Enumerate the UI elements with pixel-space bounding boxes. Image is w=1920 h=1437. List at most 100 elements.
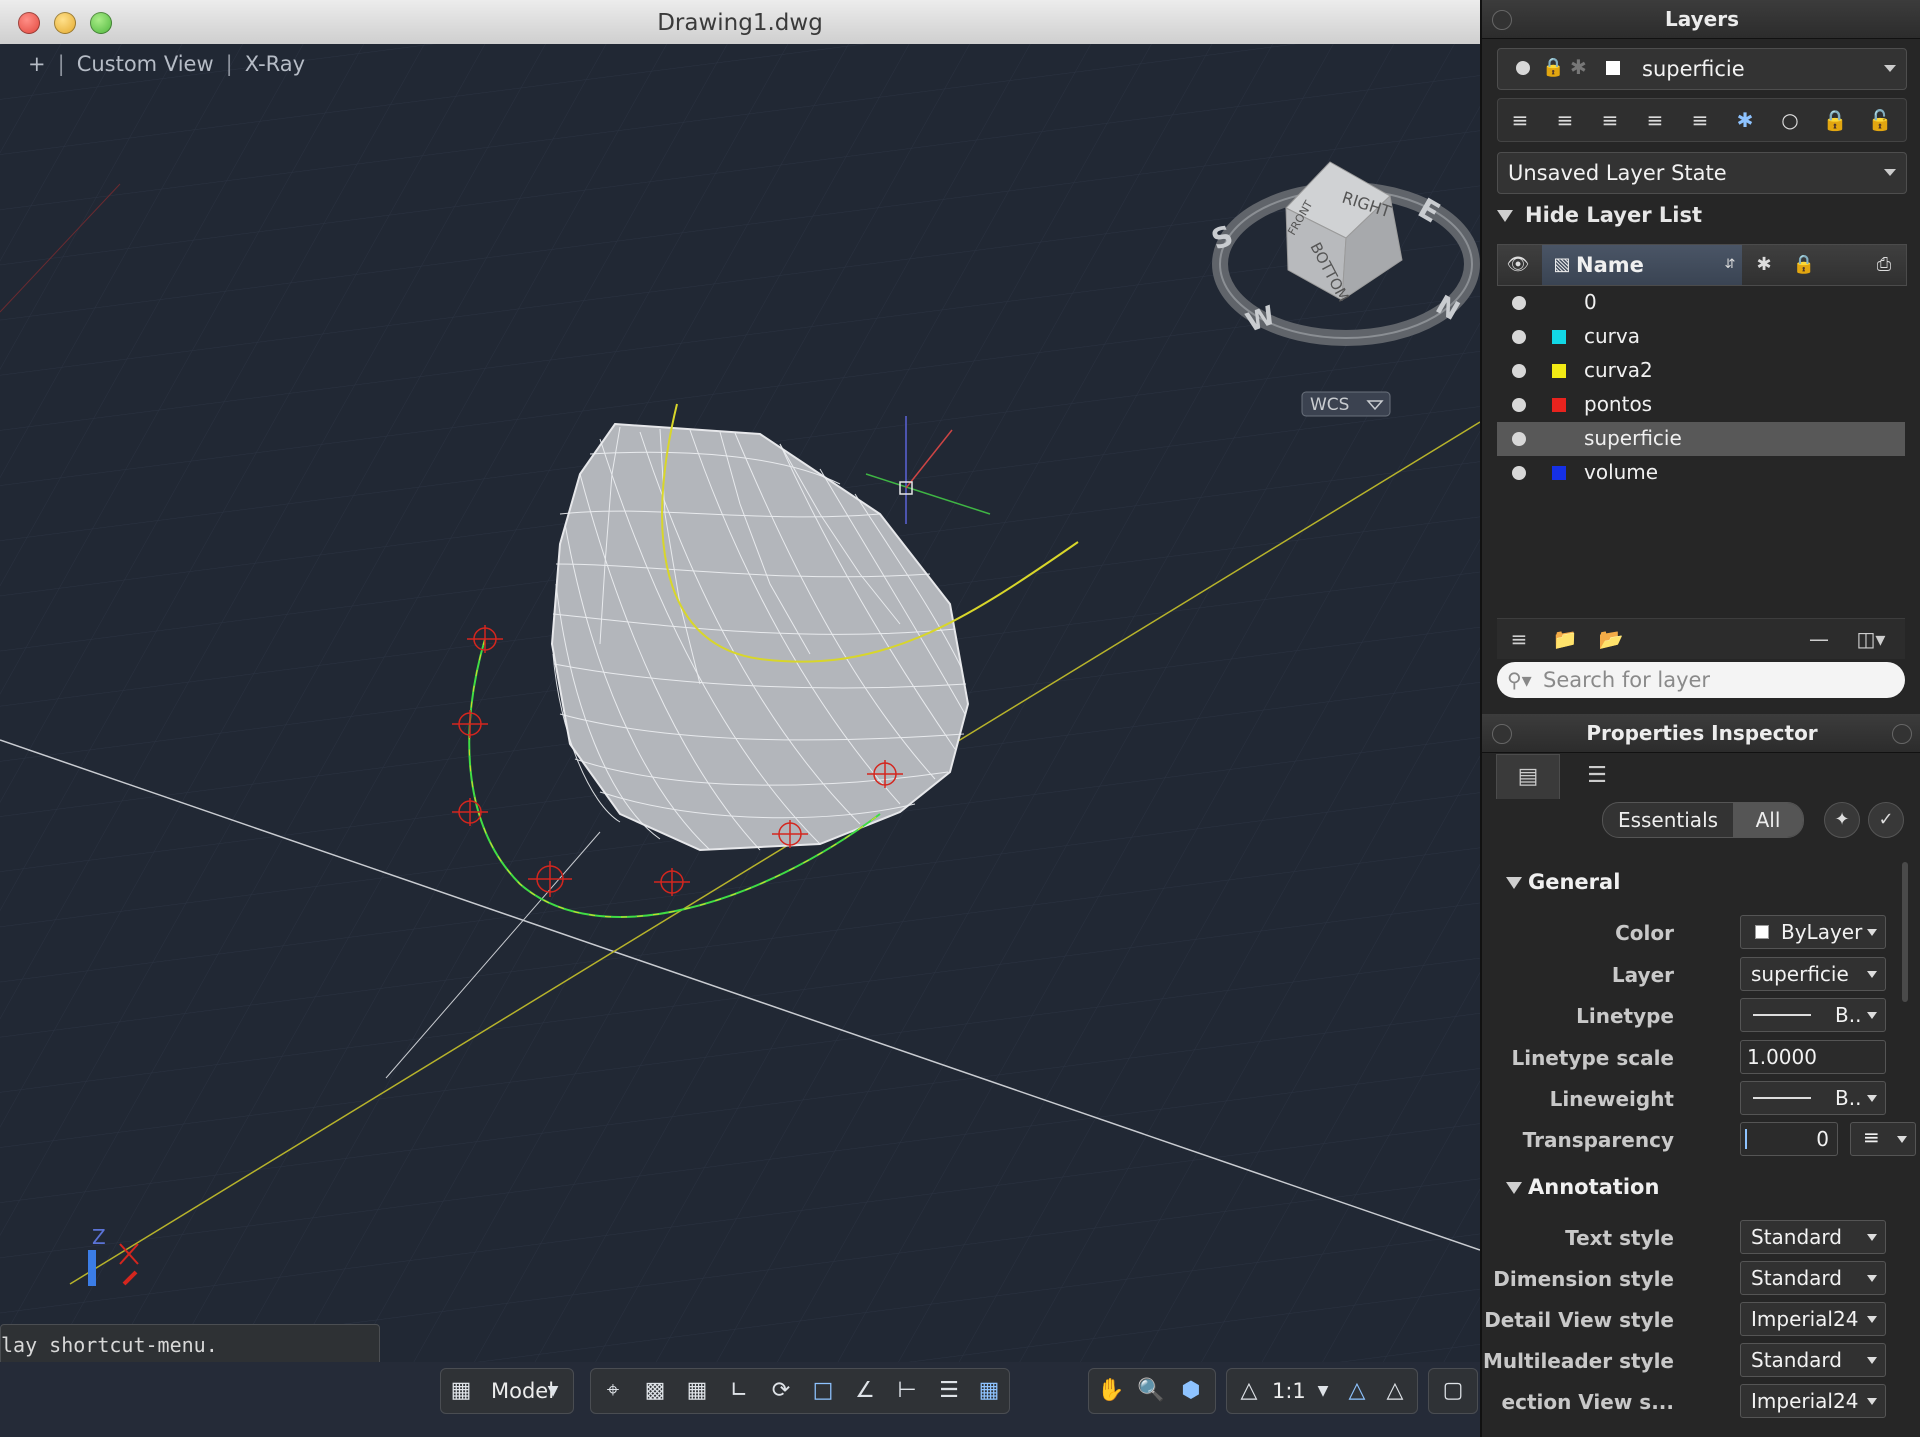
layer-visible-icon[interactable] [1512,398,1526,412]
linetype-scale-field[interactable]: 1.0000 [1740,1040,1886,1074]
model-menu-chevron-icon[interactable]: ▼ [533,1369,573,1413]
color-dropdown[interactable]: ByLayer [1740,915,1886,949]
plot-column-icon[interactable]: ⎙ [1868,245,1900,285]
prop-value: Imperial24 [1751,1307,1859,1331]
lock-layer-icon[interactable]: 🔒 [1813,99,1857,141]
orbit-cube-icon[interactable]: ⬢ [1171,1369,1211,1413]
layer-properties-icon[interactable]: ≡ [1498,99,1542,141]
freeze-column-icon[interactable]: ✱ [1748,245,1780,285]
current-layer-dropdown[interactable]: 🔒 ✱ superficie [1497,48,1907,90]
column-options-icon[interactable]: ◫▾ [1849,619,1893,659]
hide-layer-list-toggle[interactable]: Hide Layer List [1497,203,1702,227]
layer-color-swatch[interactable] [1552,330,1566,344]
model-viewport[interactable]: Z RIGHT FRONT BOTTOM S E N W WCS + | Cus… [0,44,1480,1362]
annotation-scale-value[interactable]: 1:1 [1272,1369,1306,1413]
lineweight-icon[interactable]: ☰ [929,1369,969,1413]
annotation-visibility-icon[interactable]: △ [1337,1369,1377,1413]
view-controls-menu[interactable]: Custom View [77,52,214,76]
object-properties-tab-icon[interactable]: ▤ [1496,754,1560,799]
isolate-layer-icon[interactable]: ≡ [1678,99,1722,141]
layer-row[interactable]: curva2 [1497,354,1905,388]
layer-visible-icon[interactable] [1512,466,1526,480]
lineweight-dropdown[interactable]: B.. [1740,1081,1886,1115]
freeze-layer-icon[interactable]: ✱ [1723,99,1767,141]
layer-color-swatch [1606,61,1620,75]
transparency-field[interactable]: 0 [1740,1122,1838,1156]
annotation-scale-icon[interactable]: △ [1229,1369,1269,1413]
auto-scale-icon[interactable]: △ [1375,1369,1415,1413]
layers-close-button[interactable] [1492,10,1512,30]
layer-color-swatch[interactable] [1552,466,1566,480]
lock-column-icon[interactable]: 🔒 [1788,245,1820,285]
delete-layer-icon[interactable]: — [1797,619,1841,659]
layer-row-selected[interactable]: superficie [1497,422,1905,456]
linetype-dropdown[interactable]: B.. [1740,998,1886,1032]
title-bar: Drawing1.dwg [0,0,1480,45]
layer-row[interactable]: curva [1497,320,1905,354]
search-input[interactable] [1541,664,1885,696]
new-layer-icon[interactable]: ≡ [1497,619,1541,659]
sort-icon[interactable]: ⇵ [1714,245,1746,285]
general-section-header[interactable]: General [1506,870,1620,894]
layer-state-dropdown[interactable]: Unsaved Layer State [1497,152,1907,194]
transparency-slider-thumb[interactable] [1745,1129,1747,1149]
fullscreen-group: ▢ [1428,1368,1478,1414]
layer-dropdown[interactable]: superficie [1740,957,1886,991]
chevron-down-icon [1867,929,1877,936]
dimension-style-dropdown[interactable]: Standard [1740,1261,1886,1295]
set-current-layer-icon[interactable]: ≡ [1543,99,1587,141]
fullscreen-icon[interactable]: ▢ [1433,1369,1473,1413]
all-tab[interactable]: All [1733,803,1803,837]
layer-visible-icon[interactable] [1512,364,1526,378]
layer-color-swatch[interactable] [1552,398,1566,412]
transparency-bylayer-dropdown[interactable]: ≡ [1850,1122,1916,1156]
pick-object-icon[interactable]: ✓ [1868,802,1904,838]
match-layer-icon[interactable]: ≡ [1588,99,1632,141]
layer-color-swatch[interactable] [1552,364,1566,378]
new-filter-folder-icon[interactable]: 📂 [1589,619,1633,659]
separator: | [225,52,233,76]
command-line: lay shortcut-menu. ▾ [0,1324,380,1362]
properties-scrollbar[interactable] [1902,862,1908,1002]
essentials-tab[interactable]: Essentials [1603,803,1733,837]
properties-view-toggle: Essentials All [1602,802,1804,838]
drawing-canvas[interactable]: Z RIGHT FRONT BOTTOM S E N W WCS [0,44,1480,1362]
layer-off-icon[interactable]: ○ [1768,99,1812,141]
quick-select-icon[interactable]: ✦ [1824,802,1860,838]
previous-layer-icon[interactable]: ≡ [1633,99,1677,141]
dynamic-ucs-icon[interactable]: ∠ [845,1369,885,1413]
properties-close-button[interactable] [1492,724,1512,744]
dynamic-input-icon[interactable]: ⊢ [887,1369,927,1413]
object-snap-icon[interactable]: □ [803,1369,843,1413]
multileader-style-dropdown[interactable]: Standard [1740,1343,1886,1377]
layer-visible-icon[interactable] [1512,330,1526,344]
layer-visible-icon[interactable] [1512,296,1526,310]
layer-row[interactable]: 0 [1497,286,1905,320]
new-group-folder-icon[interactable]: 📁 [1543,619,1587,659]
hide-list-label: Hide Layer List [1525,203,1702,227]
annotation-section-header[interactable]: Annotation [1506,1175,1659,1199]
layer-visible-icon[interactable] [1512,432,1526,446]
grid-display-icon[interactable]: ▦ [677,1369,717,1413]
layer-row[interactable]: volume [1497,456,1905,490]
properties-collapse-button[interactable] [1892,724,1912,744]
zoom-icon[interactable]: 🔍 [1131,1369,1171,1413]
ortho-mode-icon[interactable]: ∟ [719,1369,759,1413]
infer-constraints-icon[interactable]: ⌖ [593,1369,633,1413]
prop-value: Standard [1751,1348,1842,1372]
layer-list: 0 curva curva2 pontos superficie volume [1497,286,1905,606]
layer-row[interactable]: pontos [1497,388,1905,422]
pan-hand-icon[interactable]: ✋ [1091,1369,1131,1413]
polar-tracking-icon[interactable]: ⟳ [761,1369,801,1413]
snap-mode-icon[interactable]: ▩ [635,1369,675,1413]
visual-style-menu[interactable]: X-Ray [245,52,305,76]
viewport-menu-plus[interactable]: + [28,52,46,76]
visibility-column-icon[interactable]: 👁 [1502,245,1534,285]
layer-properties-tab-icon[interactable]: ☰ [1566,754,1628,798]
layout-grid-icon[interactable]: ▦ [441,1369,481,1413]
detail-view-style-dropdown[interactable]: Imperial24 [1740,1302,1886,1336]
transparency-icon[interactable]: ▦ [969,1369,1009,1413]
text-style-dropdown[interactable]: Standard [1740,1220,1886,1254]
section-view-style-dropdown[interactable]: Imperial24 [1740,1384,1886,1418]
unlock-layer-icon[interactable]: 🔓 [1858,99,1902,141]
